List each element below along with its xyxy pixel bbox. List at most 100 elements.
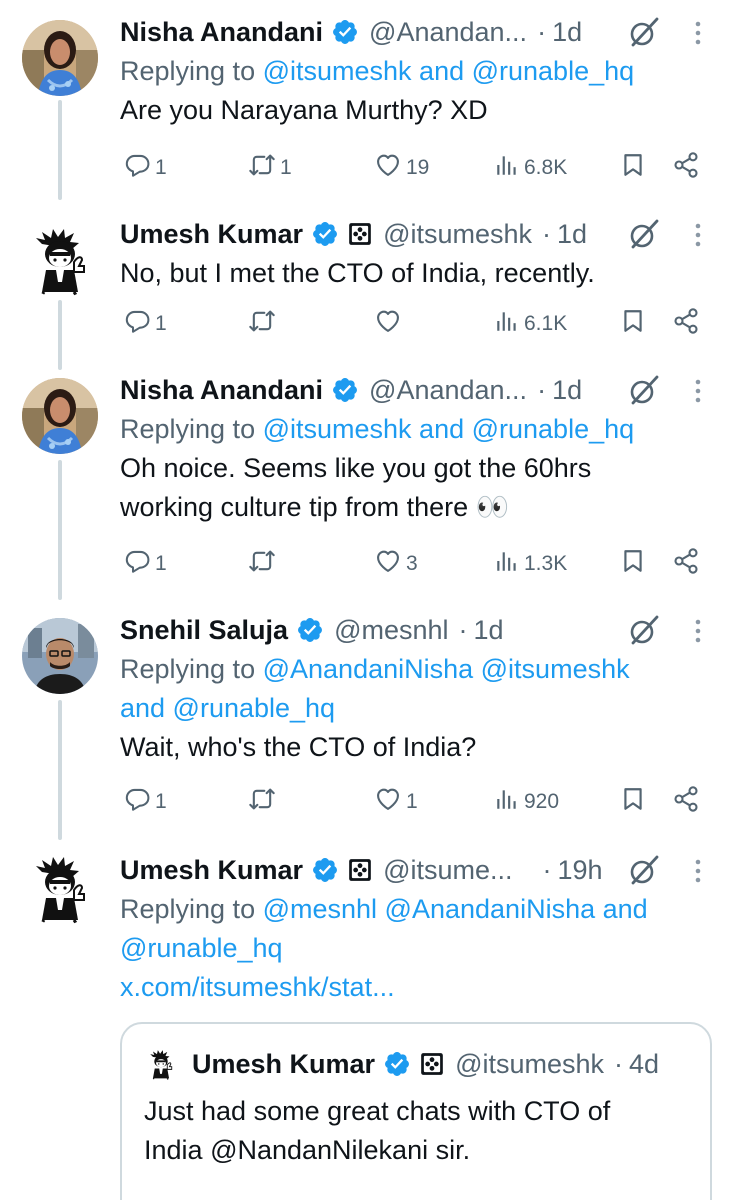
heart-icon (374, 547, 402, 581)
text-segment: India (144, 1135, 211, 1165)
reply-button[interactable]: 1 (120, 304, 167, 344)
grok-icon[interactable] (628, 854, 660, 886)
speech-bubble-icon (124, 308, 151, 341)
author-name[interactable]: Umesh Kumar (120, 855, 303, 886)
author-name[interactable]: Nisha Anandani (120, 375, 323, 406)
reply-button[interactable]: 1 (120, 782, 167, 822)
share-button[interactable] (668, 148, 700, 188)
bookmark-icon (620, 308, 646, 340)
more-vertical-icon[interactable] (691, 18, 705, 48)
like-button[interactable]: 3 (370, 544, 418, 584)
reply-button[interactable]: 1 (120, 148, 167, 188)
reply-mentions[interactable]: @AnandaniNisha @itsumeshk (263, 654, 630, 684)
tweet-header: Umesh Kumar @itsume... · 19h (120, 850, 715, 890)
repost-arrows-icon (248, 785, 276, 819)
timestamp[interactable]: 1d (474, 615, 504, 646)
author-name[interactable]: Nisha Anandani (120, 17, 323, 48)
affiliation-badge-icon[interactable] (347, 221, 373, 247)
grok-icon[interactable] (628, 614, 660, 646)
reply-mentions[interactable]: @runable_hq (120, 929, 715, 968)
tweet-header: Nisha Anandani @Anandan... · 1d (120, 370, 715, 410)
replying-to-label: Replying to (120, 894, 256, 924)
author-handle[interactable]: @mesnhl (334, 615, 448, 646)
views-button[interactable]: 1.3K (490, 544, 567, 584)
mention-link[interactable]: @NandanNilekani (210, 1135, 428, 1165)
repost-button[interactable] (244, 544, 280, 584)
share-button[interactable] (668, 544, 700, 584)
timestamp[interactable]: 1d (552, 17, 582, 48)
views-button[interactable]: 6.1K (490, 304, 567, 344)
share-button[interactable] (668, 782, 700, 822)
author-handle: @itsumeshk (455, 1048, 605, 1079)
reply-mentions[interactable]: @mesnhl @AnandaniNisha and (263, 894, 648, 924)
bookmark-icon (620, 548, 646, 580)
reply-count: 1 (155, 156, 167, 179)
affiliation-badge-icon (419, 1051, 445, 1077)
avatar[interactable] (22, 850, 98, 926)
views-button[interactable]: 920 (490, 782, 559, 822)
affiliation-badge-icon[interactable] (347, 857, 373, 883)
like-button[interactable]: 19 (370, 148, 429, 188)
more-vertical-icon[interactable] (691, 376, 705, 406)
bookmark-button[interactable] (616, 304, 646, 344)
tweet[interactable]: Umesh Kumar @itsume... · 19h Replying to… (0, 850, 735, 1020)
more-vertical-icon[interactable] (691, 856, 705, 886)
author-handle[interactable]: @Anandan... (369, 17, 527, 48)
avatar[interactable] (22, 222, 98, 298)
timestamp[interactable]: 1d (552, 375, 582, 406)
text-segment: sir. (428, 1135, 471, 1165)
action-bar: 1 3 1.3K (120, 544, 700, 584)
speech-bubble-icon (124, 786, 151, 819)
tweet-text-line: Just had some great chats with CTO of (144, 1096, 611, 1126)
like-button[interactable] (370, 304, 406, 344)
avatar[interactable] (22, 20, 98, 96)
reply-button[interactable]: 1 (120, 544, 167, 584)
bookmark-button[interactable] (616, 544, 646, 584)
verified-badge-icon (383, 1050, 411, 1078)
bookmark-button[interactable] (616, 782, 646, 822)
grok-icon[interactable] (628, 374, 660, 406)
tweet[interactable]: Nisha Anandani @Anandan... · 1d Replying… (0, 12, 735, 198)
tweet[interactable]: Nisha Anandani @Anandan... · 1d Replying… (0, 370, 735, 596)
tweet[interactable]: Umesh Kumar @itsumeshk · 1d No, but I me… (0, 214, 735, 360)
author-name: Umesh Kumar (192, 1048, 376, 1079)
grok-icon[interactable] (628, 16, 660, 48)
replying-to: Replying to @mesnhl @AnandaniNisha and @… (120, 890, 715, 968)
author-handle[interactable]: @Anandan... (369, 375, 527, 406)
author-name[interactable]: Snehil Saluja (120, 615, 288, 646)
tweet-link[interactable]: x.com/itsumeshk/stat... (120, 972, 395, 1002)
reply-mentions[interactable]: @itsumeshk and @runable_hq (263, 56, 635, 86)
view-count: 920 (524, 790, 560, 813)
separator-dot: · (537, 16, 547, 47)
more-vertical-icon[interactable] (691, 616, 705, 646)
replying-to: Replying to @itsumeshk and @runable_hq (120, 52, 715, 91)
quoted-tweet-card[interactable]: Umesh Kumar @itsumeshk · 4d Just had som… (120, 1022, 712, 1200)
quoted-tweet-header: Umesh Kumar @itsumeshk · 4d (144, 1044, 659, 1084)
bookmark-button[interactable] (616, 148, 646, 188)
author-handle[interactable]: @itsume... (383, 855, 512, 886)
timestamp[interactable]: 19h (558, 855, 603, 886)
separator-dot: · (458, 614, 468, 645)
views-button[interactable]: 6.8K (490, 148, 567, 188)
author-handle[interactable]: @itsumeshk (383, 219, 532, 250)
author-name[interactable]: Umesh Kumar (120, 219, 303, 250)
like-button[interactable]: 1 (370, 782, 418, 822)
separator-dot: · (542, 218, 552, 249)
avatar[interactable] (22, 378, 98, 454)
tweet[interactable]: Snehil Saluja @mesnhl · 1d Replying to @… (0, 610, 735, 836)
more-vertical-icon[interactable] (691, 220, 705, 250)
separator-dot: · (542, 854, 552, 885)
repost-button[interactable] (244, 782, 280, 822)
timestamp[interactable]: 1d (557, 219, 587, 250)
share-button[interactable] (668, 304, 700, 344)
reply-mentions[interactable]: and @runable_hq (120, 689, 715, 728)
avatar (144, 1047, 178, 1081)
replying-to-label: Replying to (120, 654, 256, 684)
heart-icon (374, 307, 402, 341)
conversation-thread: Nisha Anandani @Anandan... · 1d Replying… (0, 0, 735, 1200)
avatar[interactable] (22, 618, 98, 694)
repost-button[interactable]: 1 (244, 148, 292, 188)
repost-button[interactable] (244, 304, 280, 344)
grok-icon[interactable] (628, 218, 660, 250)
reply-mentions[interactable]: @itsumeshk and @runable_hq (263, 414, 635, 444)
